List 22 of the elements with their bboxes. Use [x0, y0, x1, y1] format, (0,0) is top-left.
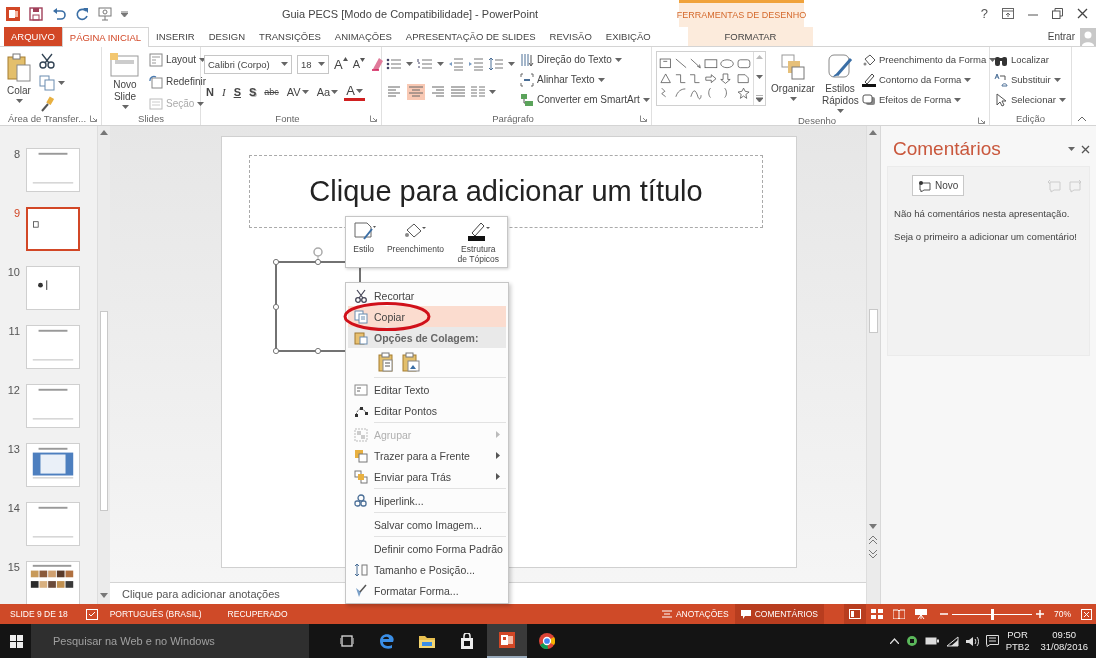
slide-number: 9 [12, 207, 21, 219]
document-state: RECUPERADO [226, 609, 289, 619]
comments-message: Não há comentários nesta apresentação. [894, 208, 1071, 219]
pane-title: Comentários [893, 138, 1001, 160]
menu-section-title: Opções de Colagem: [374, 331, 479, 344]
comments-message: Seja o primeiro a adicionar um comentário! [894, 231, 1078, 242]
slide-number: 8 [12, 148, 21, 160]
slide-number: 10 [6, 266, 21, 278]
contextual-tab-group-label: FERRAMENTAS DE DESENHO [679, 0, 804, 27]
slide-number: 11 [7, 325, 21, 337]
group-label: Fonte [274, 112, 301, 124]
group-label: Área de Transfer... [6, 113, 88, 124]
group-label: Slides [137, 113, 165, 124]
group-label: Parágrafo [491, 112, 535, 124]
slide-number: 15 [6, 561, 21, 573]
slide-counter: SLIDE 9 DE 18 [9, 609, 69, 619]
group-label: Desenho [797, 115, 837, 126]
window-title: Guia PECS [Modo de Compatibilidade] - PowerPoint [280, 7, 540, 20]
slide-number: 13 [6, 443, 21, 455]
slide-number: 12 [6, 384, 21, 396]
slide-number: 14 [6, 502, 21, 514]
group-label: Edição [1014, 112, 1047, 124]
